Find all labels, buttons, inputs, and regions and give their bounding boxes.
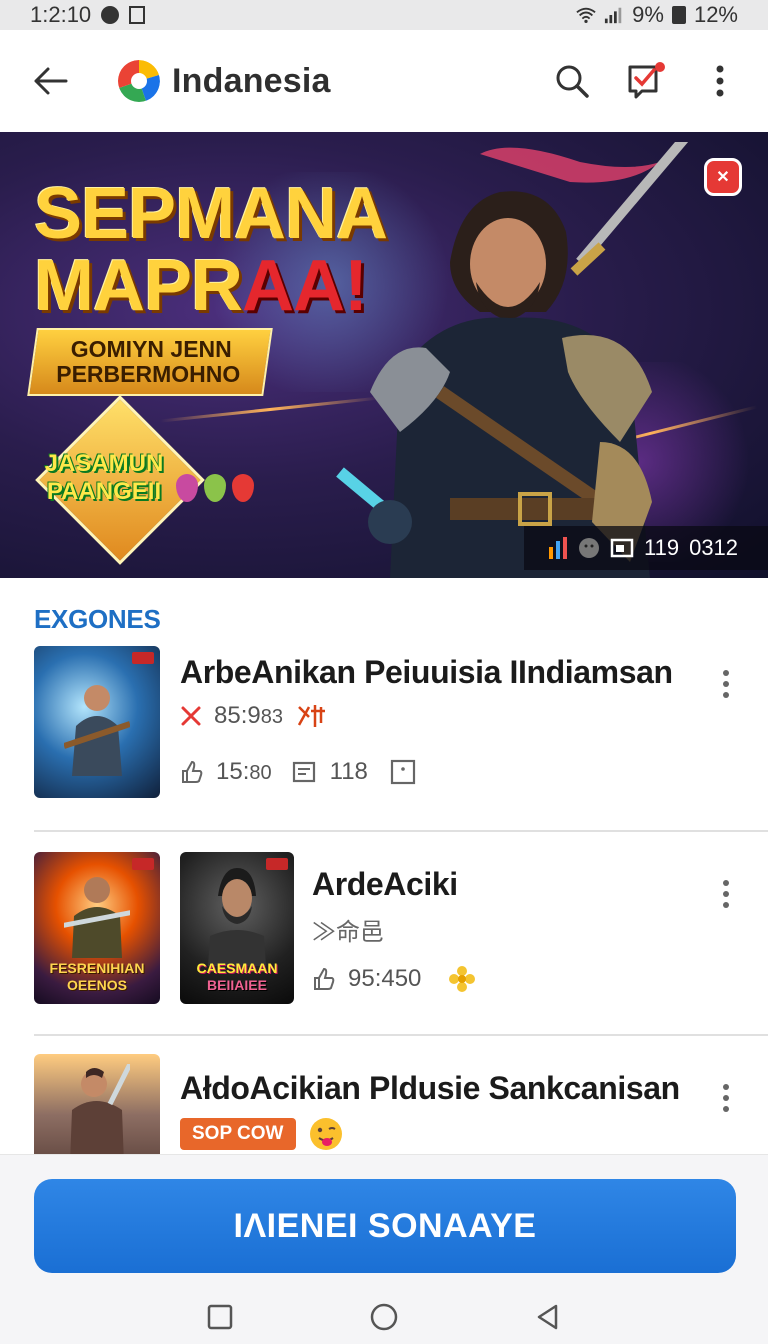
battery-percent-b: 12% [693,2,738,27]
notification-dot-icon [101,6,120,24]
battery-percent-a: 9% [632,2,664,27]
signal-icon [605,7,622,24]
notification-check-icon[interactable] [622,57,670,105]
thumbnail-character-figure [64,685,130,776]
item-more-icon[interactable] [722,880,730,908]
banner-footer-value-b: 0312 [689,535,739,560]
like-hand-icon [314,967,335,990]
promo-banner[interactable]: SEPMANA MAPRAA! GOMIYN JENN PERBERMOHNO … [0,132,768,578]
thumbnail-portrait-figure [208,868,266,966]
item-thumbnail[interactable] [34,646,160,798]
banner-title-line1: SEPMANA [34,174,388,254]
gallery-icon [610,538,634,558]
item-subtitle: ≫命邑 [312,919,384,946]
thumbnail-badge [132,652,154,664]
banner-footer: 119 0312 [524,526,768,570]
thumbnail-badge [266,858,288,870]
flower-icon [449,966,476,992]
status-time: 1:2:10 [30,2,92,27]
badge-line1: JASAMUN [44,450,164,477]
thumbnail-character-figure [70,1064,130,1154]
item-title: ArdeAciki [312,866,458,902]
item-thumbnail[interactable]: FESRENIHIAN OEENOS [34,852,160,1004]
section-title: EXGONES [34,604,161,634]
app-bar: Indanesia [0,30,768,132]
app-logo [118,60,160,102]
badge-glyph-icon [297,705,325,727]
divider [34,830,768,832]
thumbnail-caption: CAESMAAN BEIIAIEE [196,960,278,994]
like-hand-icon [182,760,203,783]
battery-icon [671,6,686,24]
banner-title-line2-main: MAPR [34,246,243,326]
divider [34,1034,768,1036]
banner-title-line2-accent: AA! [242,246,368,326]
list-item[interactable]: ArbeAnikan Peiuuisia IIndiamsan 85:983 1… [0,646,768,830]
bottom-action-area: IΛIENEI SONAAYE [0,1154,768,1290]
map-pin-icon [176,474,198,502]
bookmark-box-icon[interactable] [390,759,416,785]
item-rating-row: 85:983 [180,702,329,730]
emoji-tongue-icon [309,1118,342,1150]
map-pin-icon [204,474,226,502]
item-title: AłdoAcikian Pldusie Sankcanisan [180,1070,680,1106]
list-item[interactable]: AłdoAcikian Pldusie Sankcanisan SOP COW [0,1054,768,1154]
plate-line2: PERBERMOHNO [56,361,241,387]
banner-title-line2: MAPRAA! [34,250,368,322]
item-tags-row: SOP COW [180,1116,344,1152]
thumbnail-badge [132,858,154,870]
banner-subtitle-plate: GOMIYN JENN PERBERMOHNO [27,328,273,396]
item-comments: 118 [329,758,368,785]
close-x-icon [181,706,201,726]
item-more-icon[interactable] [722,670,730,698]
item-stats-row: 15:80 118 [180,758,416,786]
status-bar: 1:2:10 9% 12% [0,0,768,30]
item-thumbnail-secondary[interactable]: CAESMAAN BEIIAIEE [180,852,294,1004]
banner-footer-value-a: 119 [644,535,680,560]
item-likes: 95:450 [348,965,422,992]
emoji-icon [579,538,599,558]
item-stats-row: 95:450 [312,964,477,994]
badge-line2: PAANGEII [46,477,162,505]
more-vert-icon[interactable] [696,57,744,105]
primary-cta-button[interactable]: IΛIENEI SONAAYE [34,1179,736,1273]
item-rating: 85:983 [214,702,283,729]
item-thumbnail[interactable] [34,1054,160,1154]
thumbnail-character-figure [64,877,130,958]
thumbnail-caption: FESRENIHIAN OEENOS [49,960,145,994]
item-title: ArbeAnikan Peiuuisia IIndiamsan [180,654,673,690]
system-navigation-bar [0,1290,768,1344]
banner-share-icon[interactable]: ✕ [704,158,742,196]
recents-square-icon[interactable] [202,1299,238,1335]
plate-line1: GOMIYN JENN [71,335,233,362]
item-tag-chip[interactable]: SOP COW [180,1118,296,1150]
back-triangle-icon[interactable] [530,1299,566,1335]
list-item[interactable]: FESRENIHIAN OEENOS CAESMAAN BEIIAIEE Ard… [0,852,768,1028]
comments-icon [292,761,315,783]
search-icon[interactable] [548,57,596,105]
map-pins [176,474,254,502]
home-circle-icon[interactable] [366,1299,402,1335]
stats-bars-icon [549,537,567,559]
app-title: Indanesia [172,61,331,100]
wifi-icon [576,7,596,23]
back-arrow-icon[interactable] [24,55,76,107]
item-more-icon[interactable] [722,1084,730,1112]
content-sheet: EXGONES ArbeAnikan Peiuuisia IIndiamsan … [0,578,768,1154]
diamond-badge-text: JASAMUN PAANGEII [34,450,174,505]
item-likes: 15:80 [216,758,272,785]
app-notification-icon [129,6,146,24]
map-pin-icon [232,474,254,502]
